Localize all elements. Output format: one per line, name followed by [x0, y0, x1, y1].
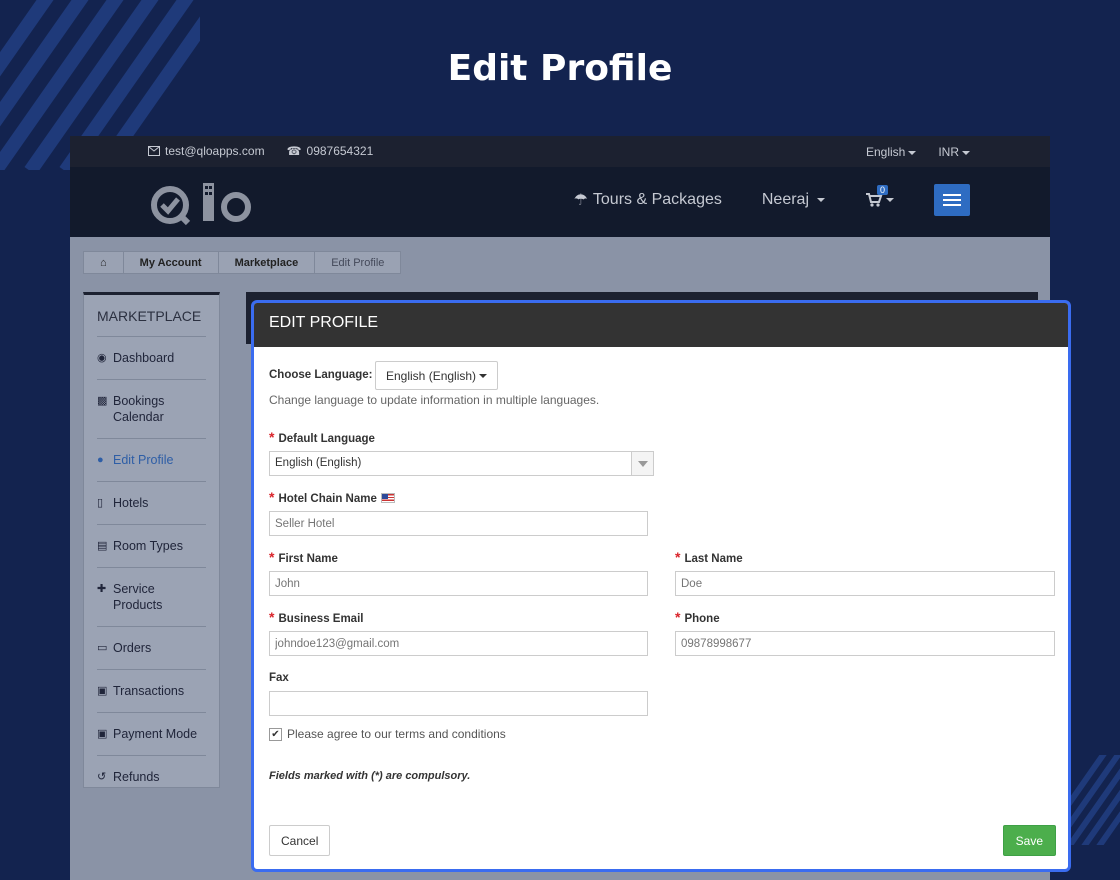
credit-card-icon: ▭	[97, 642, 108, 654]
envelope-icon	[148, 146, 160, 156]
breadcrumb-marketplace[interactable]: Marketplace	[219, 252, 316, 273]
business-email-label: * Business Email	[269, 609, 364, 625]
edit-profile-modal: EDIT PROFILE Choose Language: English (E…	[251, 300, 1071, 872]
building-icon: ▯	[97, 497, 104, 509]
home-icon: ⌂	[100, 256, 107, 269]
select-arrow-icon	[631, 452, 653, 475]
navbar: ☂ Tours & Packages Neeraj 0	[70, 167, 1050, 237]
phone-contact[interactable]: ☎ 0987654321	[287, 144, 374, 158]
fax-label: Fax	[269, 672, 289, 684]
hotel-chain-label: * Hotel Chain Name	[269, 489, 395, 505]
sidebar-item-edit-profile[interactable]: ● Edit Profile	[97, 438, 206, 481]
breadcrumb: ⌂ My Account Marketplace Edit Profile	[83, 251, 402, 274]
terms-label: Please agree to our terms and conditions	[287, 727, 506, 741]
undo-icon: ↺	[97, 771, 107, 783]
breadcrumb-my-account[interactable]: My Account	[124, 252, 219, 273]
caret-down-icon	[817, 198, 825, 202]
user-plus-icon: ✚	[97, 583, 107, 595]
language-dropdown[interactable]: English	[866, 145, 917, 159]
top-bar: test@qloapps.com ☎ 0987654321 English IN…	[70, 136, 1050, 167]
phone-icon: ☎	[286, 144, 302, 158]
sidebar-item-hotels[interactable]: ▯ Hotels	[97, 481, 206, 524]
choose-language-label: Choose Language:	[269, 369, 373, 381]
dashboard-icon: ◉	[97, 352, 107, 364]
caret-down-icon	[908, 150, 917, 155]
breadcrumb-edit-profile: Edit Profile	[331, 256, 385, 269]
page-heading: Edit Profile	[447, 48, 673, 89]
bar-chart-icon: ▩	[97, 395, 108, 407]
us-flag-icon	[380, 493, 395, 503]
caret-down-icon	[962, 150, 970, 155]
hamburger-icon	[943, 194, 961, 196]
sidebar-title: MARKETPLACE	[97, 308, 202, 324]
last-name-label: * Last Name	[675, 549, 743, 565]
home-link[interactable]: ⌂	[84, 252, 124, 273]
first-name-label: * First Name	[269, 549, 338, 565]
choose-language-help: Change language to update information in…	[269, 393, 600, 407]
fax-input[interactable]	[269, 691, 648, 716]
compulsory-note: Fields marked with (*) are compulsory.	[269, 770, 471, 782]
default-language-select[interactable]: English (English)	[269, 451, 654, 476]
qlo-logo[interactable]	[148, 175, 258, 236]
cancel-button[interactable]: Cancel	[269, 825, 331, 856]
phone-input[interactable]	[675, 631, 1055, 656]
first-name-input[interactable]	[269, 571, 648, 596]
currency-dropdown[interactable]: INR	[938, 145, 970, 159]
cart-button[interactable]: 0	[865, 185, 894, 208]
modal-title: EDIT PROFILE	[254, 303, 1068, 347]
menu-button[interactable]	[934, 184, 970, 216]
terms-checkbox-row[interactable]: ✔ Please agree to our terms and conditio…	[269, 727, 506, 741]
user-menu[interactable]: Neeraj	[762, 191, 825, 209]
money-icon: ▣	[97, 728, 108, 740]
check-icon: ✔	[271, 728, 280, 740]
terms-checkbox[interactable]: ✔	[269, 727, 282, 741]
hotel-chain-input[interactable]	[269, 511, 648, 536]
sidebar-item-dashboard[interactable]: ◉ Dashboard	[97, 336, 206, 379]
last-name-input[interactable]	[675, 571, 1055, 596]
sidebar-item-room-types[interactable]: ▤ Room Types	[97, 524, 206, 567]
sidebar: MARKETPLACE ◉ Dashboard ▩ Bookings Calenda…	[83, 292, 220, 788]
sidebar-item-service-products[interactable]: ✚ Service Products	[97, 567, 206, 626]
umbrella-icon: ☂	[573, 192, 588, 209]
user-icon: ●	[97, 454, 104, 466]
sidebar-item-payment-mode[interactable]: ▣ Payment Mode	[97, 712, 206, 755]
business-email-input[interactable]	[269, 631, 648, 656]
phone-label: * Phone	[675, 609, 720, 625]
sidebar-item-orders[interactable]: ▭ Orders	[97, 626, 206, 669]
caret-down-icon	[886, 198, 894, 202]
sidebar-item-transactions[interactable]: ▣ Transactions	[97, 669, 206, 712]
cart-badge: 0	[877, 185, 889, 195]
choose-language-dropdown[interactable]: English (English)	[375, 361, 499, 390]
bed-icon: ▤	[97, 540, 108, 552]
tours-packages-link[interactable]: ☂ Tours & Packages	[574, 190, 722, 210]
sidebar-item-bookings-calendar[interactable]: ▩ Bookings Calendar	[97, 379, 206, 438]
email-contact[interactable]: test@qloapps.com	[148, 144, 265, 158]
caret-down-icon	[479, 373, 488, 378]
modal-body: Choose Language: English (English) Chang…	[254, 347, 1068, 869]
save-button[interactable]: Save	[1002, 825, 1056, 856]
sidebar-item-refunds[interactable]: ↺ Refunds	[97, 755, 206, 798]
default-language-label: * Default Language	[269, 429, 375, 445]
money-icon: ▣	[97, 685, 108, 697]
